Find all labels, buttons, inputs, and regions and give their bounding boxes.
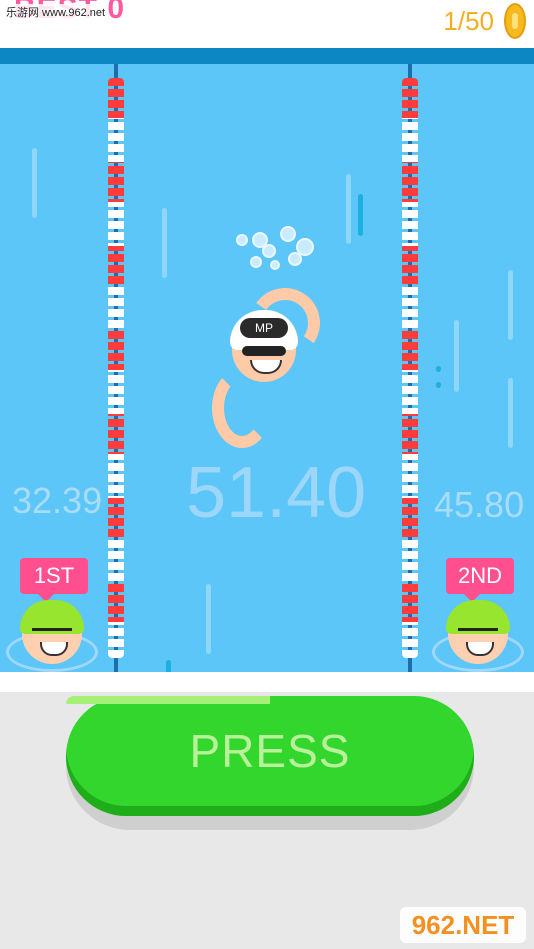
water-streak [436,366,441,372]
left-opponent-time: 32.39 [12,480,103,521]
goggles-icon [32,628,72,639]
coin-counter: 1/50 [443,6,494,36]
divider-strip [0,672,534,692]
player-cap-text: MP [255,321,273,335]
press-button-label: PRESS [189,725,351,777]
water-streak [508,378,513,448]
pool: MP 51.40 32.39 45.80 1ST 2ND [0,48,534,672]
bubble [250,256,262,268]
water-streak [358,194,363,236]
rank-badge-right: 2ND [446,558,514,602]
goggles-icon [242,346,286,356]
rank-badge-left: 1ST [20,558,88,602]
opponent-swimmer-left [6,596,98,672]
coin-icon [504,3,526,39]
right-opponent-time: 45.80 [434,484,525,525]
water-streak [454,320,459,392]
water-streak [206,584,211,654]
water-streak [436,382,441,388]
control-area: PRESS 962.NET [0,672,534,949]
bubble [280,226,296,242]
race-timer: 51.40 [186,453,367,533]
water-streak [166,660,171,672]
press-progress-fill [66,696,270,704]
bubble [262,244,276,258]
bubble [270,260,280,270]
bubble [236,234,248,246]
lane-rope-left [108,78,124,658]
site-watermark: 乐游网 www.962.net [4,4,108,20]
lane-rope-right [402,78,418,658]
water-streak [162,208,167,278]
opponent-swimmer-right [432,596,524,672]
site-watermark-logo: 962.NET [400,907,526,943]
goggles-icon [458,628,498,639]
bubble [288,252,302,266]
water-streak [32,148,37,218]
press-progress-bar [66,696,474,704]
water-streak [346,174,351,244]
top-bar: BEST 0 乐游网 www.962.net 1/50 [0,0,534,48]
pool-edge [0,48,534,64]
player-swimmer: MP [210,282,330,458]
water-streak [508,270,513,340]
press-button[interactable]: PRESS [66,696,474,816]
